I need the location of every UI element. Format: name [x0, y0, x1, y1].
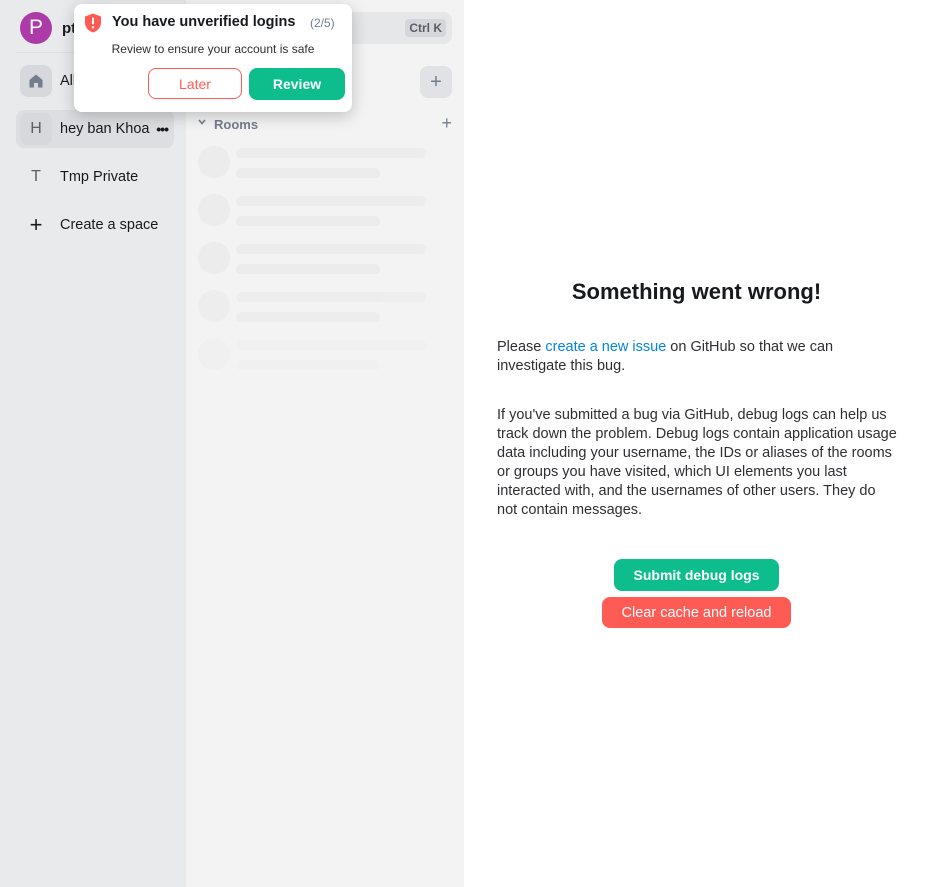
- unverified-logins-toast: You have unverified logins (2/5) Review …: [74, 4, 352, 112]
- user-avatar[interactable]: P: [20, 12, 52, 44]
- user-menu[interactable]: P pt: [20, 12, 76, 44]
- create-issue-link[interactable]: create a new issue: [545, 339, 666, 355]
- rooms-section-header[interactable]: Rooms +: [198, 113, 452, 134]
- skeleton-line: [236, 196, 426, 206]
- search-shortcut-hint: Ctrl K: [405, 19, 446, 37]
- error-title: Something went wrong!: [571, 279, 822, 304]
- create-space-button[interactable]: + Create a space: [16, 206, 174, 244]
- toast-title: You have unverified logins: [112, 14, 296, 30]
- skeleton-line: [236, 168, 380, 178]
- space-item-label: hey ban Khoa: [60, 121, 150, 137]
- more-options-icon[interactable]: •••: [156, 121, 169, 137]
- app-window: P pt All rooms H hey ban Khoa ••• T Tmp …: [0, 0, 929, 887]
- skeleton-line: [236, 360, 380, 370]
- submit-debug-logs-button[interactable]: Submit debug logs: [614, 559, 779, 591]
- space-item-label: Tmp Private: [60, 169, 139, 185]
- skeleton-avatar: [198, 290, 230, 322]
- chevron-down-icon[interactable]: [198, 117, 206, 129]
- toast-description: Review to ensure your account is safe: [111, 42, 315, 56]
- room-skeleton: [198, 242, 428, 278]
- skeleton-line: [236, 244, 426, 254]
- room-skeleton: [198, 194, 428, 230]
- skeleton-avatar: [198, 194, 230, 226]
- skeleton-avatar: [198, 338, 230, 370]
- debug-logs-explanation: If you've submitted a bug via GitHub, de…: [497, 407, 897, 518]
- room-skeleton: [198, 290, 428, 326]
- space-panel: P pt All rooms H hey ban Khoa ••• T Tmp …: [0, 0, 186, 887]
- skeleton-line: [236, 148, 426, 158]
- later-button[interactable]: Later: [148, 68, 242, 99]
- error-panel: Something went wrong! Please create a ne…: [464, 0, 929, 887]
- review-button[interactable]: Review: [249, 68, 345, 100]
- error-message: Please create a new issue on GitHub so t…: [497, 338, 897, 376]
- create-space-label: Create a space: [60, 217, 159, 233]
- skeleton-line: [236, 312, 380, 322]
- space-item-tmp-private[interactable]: T Tmp Private: [16, 158, 174, 196]
- shield-alert-icon: [84, 13, 102, 33]
- skeleton-avatar: [198, 146, 230, 178]
- room-skeleton: [198, 146, 428, 182]
- plus-icon: +: [29, 212, 43, 237]
- add-room-icon[interactable]: +: [441, 113, 452, 134]
- room-skeleton: [198, 338, 428, 374]
- error-message-prefix: Please: [497, 339, 546, 355]
- skeleton-line: [236, 264, 380, 274]
- space-item-hey-ban-khoa[interactable]: H hey ban Khoa •••: [16, 110, 174, 148]
- space-avatar: H: [20, 113, 52, 145]
- clear-cache-button[interactable]: Clear cache and reload: [602, 597, 791, 628]
- skeleton-avatar: [198, 242, 230, 274]
- rooms-section-title: Rooms: [214, 117, 259, 132]
- skeleton-line: [236, 292, 426, 302]
- add-room-button[interactable]: +: [420, 66, 452, 98]
- room-list-panel: Ctrl K + Rooms +: [186, 0, 464, 887]
- skeleton-line: [236, 340, 426, 350]
- home-icon: [20, 65, 52, 97]
- toast-counter: (2/5): [310, 16, 335, 30]
- skeleton-line: [236, 216, 380, 226]
- space-avatar: T: [31, 168, 41, 185]
